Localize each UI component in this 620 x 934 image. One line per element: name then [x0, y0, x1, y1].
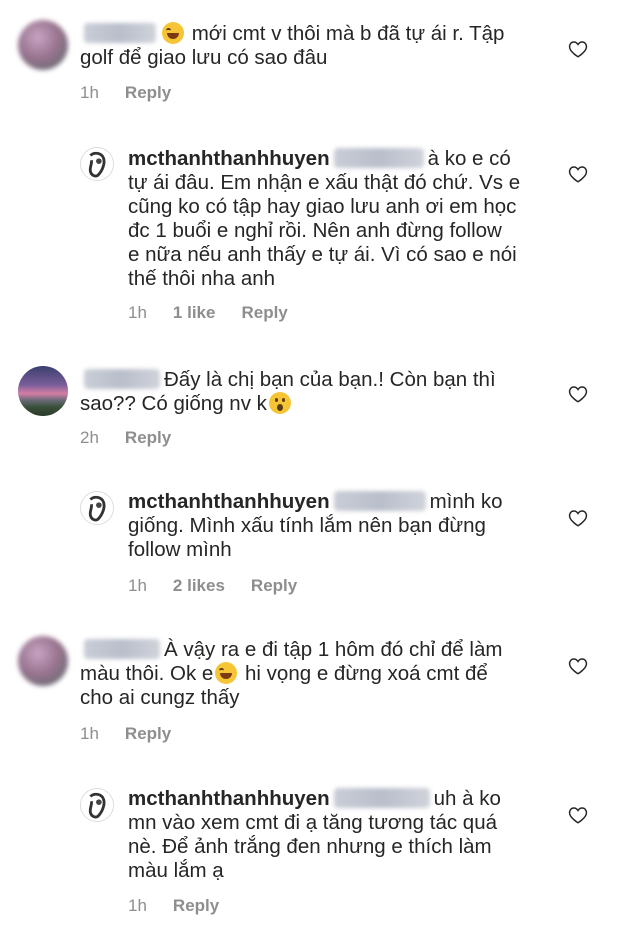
heart-icon[interactable] [568, 40, 588, 58]
timestamp: 1h [128, 576, 147, 595]
comment-meta: 2h Reply [80, 428, 197, 448]
comment-meta: 1h Reply [80, 724, 197, 744]
blurred-username[interactable] [84, 369, 160, 389]
avatar[interactable] [80, 491, 114, 525]
blurred-mention[interactable] [333, 148, 424, 168]
comment-meta: 1h 1 like Reply [128, 303, 314, 323]
comment-text: À vậy ra e đi tập 1 hôm đó chỉ để làm mà… [80, 638, 503, 709]
tears-of-joy-emoji [215, 662, 238, 684]
timestamp: 1h [128, 303, 147, 322]
heart-icon[interactable] [568, 165, 588, 183]
reply-button[interactable]: Reply [251, 576, 297, 595]
blurred-mention[interactable] [333, 491, 426, 511]
blurred-username[interactable] [84, 23, 156, 43]
heart-icon[interactable] [568, 509, 588, 527]
reply-button[interactable]: Reply [125, 428, 171, 447]
reply-button[interactable]: Reply [173, 896, 219, 915]
avatar[interactable] [18, 366, 68, 416]
heart-icon[interactable] [568, 806, 588, 824]
username[interactable]: mcthanhthanhhuyen [128, 490, 330, 513]
username[interactable]: mcthanhthanhhuyen [128, 787, 330, 810]
comment-text: mcthanhthanhhuyen mình ko giống. Mình xấu… [128, 490, 503, 561]
reply-button[interactable]: Reply [125, 724, 171, 743]
timestamp: 1h [80, 83, 99, 102]
comment-text: mcthanhthanhhuyen uh à ko mn vào xem cmt … [128, 787, 501, 882]
timestamp: 2h [80, 428, 99, 447]
comment-meta: 1h Reply [80, 83, 197, 103]
likes-count[interactable]: 1 like [173, 303, 216, 322]
astonished-emoji [268, 392, 291, 414]
timestamp: 1h [128, 896, 147, 915]
timestamp: 1h [80, 724, 99, 743]
heart-icon[interactable] [568, 657, 588, 675]
avatar[interactable] [18, 20, 68, 70]
likes-count[interactable]: 2 likes [173, 576, 225, 595]
comment-text: mcthanhthanhhuyen à ko e có tự ái đâu. Em… [128, 147, 521, 290]
tears-of-joy-emoji [162, 22, 184, 44]
comment-meta: 1h 2 likes Reply [128, 576, 323, 596]
avatar[interactable] [80, 147, 114, 181]
avatar[interactable] [18, 636, 68, 686]
username[interactable]: mcthanhthanhhuyen [128, 147, 330, 170]
avatar[interactable] [80, 788, 114, 822]
comment-meta: 1h Reply [128, 896, 245, 916]
comment-text: Đấy là chị bạn của bạn.! Còn bạn thì sao… [80, 368, 496, 415]
reply-button[interactable]: Reply [125, 83, 171, 102]
comment-text: mới cmt v thôi mà b đã tự ái r. Tập golf… [80, 22, 505, 69]
heart-icon[interactable] [568, 385, 588, 403]
blurred-mention[interactable] [333, 788, 430, 808]
reply-button[interactable]: Reply [241, 303, 287, 322]
blurred-username[interactable] [84, 639, 160, 659]
